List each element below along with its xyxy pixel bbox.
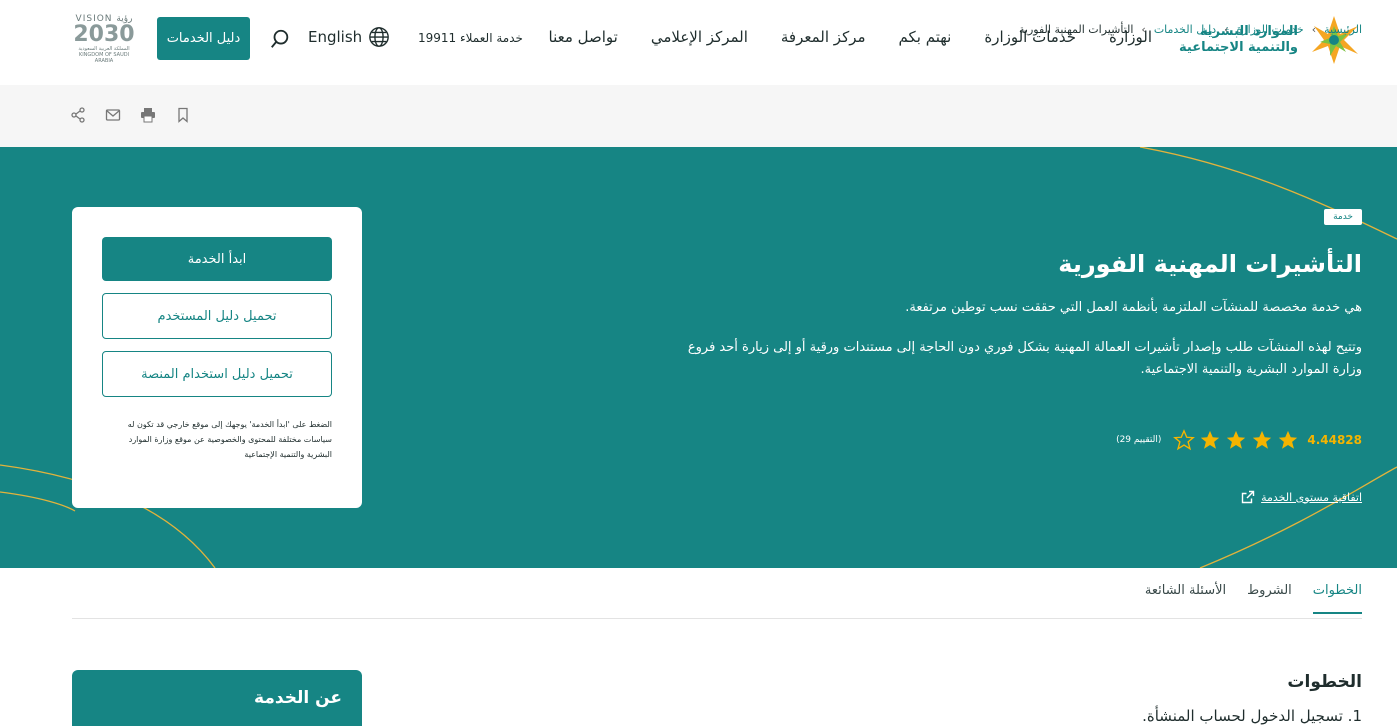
step-item: 1. تسجيل الدخول لحساب المنشأة.	[1142, 707, 1362, 725]
vision-sub: المملكة العربية السعودية KINGDOM OF SAUD…	[78, 46, 130, 64]
printer-icon	[141, 108, 155, 123]
email-button[interactable]	[105, 107, 121, 123]
chevron-left-icon: ‹	[1141, 23, 1146, 36]
star-icon[interactable]	[1251, 429, 1273, 451]
external-link-icon	[1241, 490, 1255, 504]
external-site-notice: الضغط على 'ابدأ الخدمة' يوجهك إلى موقع خ…	[127, 420, 332, 459]
globe-icon	[369, 27, 390, 47]
service-actions-card: ابدأ الخدمة تحميل دليل المستخدم تحميل دل…	[72, 207, 362, 508]
about-service-heading: عن الخدمة	[254, 688, 342, 708]
mail-icon	[105, 109, 121, 121]
tab-conditions[interactable]: الشروط	[1247, 583, 1292, 614]
breadcrumb: الرئيسية ‹ خدمات الوزارة ‹ دليل الخدمات …	[1019, 23, 1362, 36]
nav-contact-us[interactable]: تواصل معنا	[549, 28, 618, 46]
breadcrumb-services-guide[interactable]: دليل الخدمات	[1154, 23, 1216, 36]
breadcrumb-home[interactable]: الرئيسية	[1324, 23, 1362, 36]
star-icon[interactable]	[1199, 429, 1221, 451]
customer-service[interactable]: خدمة العملاء 19911	[418, 31, 523, 45]
share-button[interactable]	[70, 107, 86, 123]
chevron-left-icon: ‹	[1224, 23, 1229, 36]
service-title: التأشيرات المهنية الفورية	[1058, 250, 1362, 278]
star-icon[interactable]	[1225, 429, 1247, 451]
service-description-1: هي خدمة مخصصة للمنشآت الملتزمة بأنظمة ال…	[905, 300, 1362, 315]
tabs-divider	[72, 618, 1362, 619]
start-service-button[interactable]: ابدأ الخدمة	[102, 237, 332, 281]
ministry-logo[interactable]: الموارد البشرية والتنمية الاجتماعية	[1162, 12, 1362, 68]
language-label: English	[308, 28, 363, 46]
about-service-panel: عن الخدمة	[72, 670, 362, 726]
sla-link[interactable]: اتفاقية مستوى الخدمة	[1241, 490, 1362, 504]
star-icon[interactable]	[1277, 429, 1299, 451]
bookmark-button[interactable]	[175, 107, 191, 123]
breadcrumb-ministry-services[interactable]: خدمات الوزارة	[1237, 23, 1304, 36]
rating-score: 4.44828	[1307, 433, 1362, 447]
vision-2030-logo: VISION رؤية 2030 المملكة العربية السعودي…	[70, 14, 138, 66]
vision-year: 2030	[73, 22, 135, 47]
tab-steps[interactable]: الخطوات	[1312, 583, 1362, 614]
tab-faq[interactable]: الأسئلة الشائعة	[1145, 583, 1226, 614]
download-platform-guide-button[interactable]: تحميل دليل استخدام المنصة	[102, 351, 332, 397]
service-description-2: وتتيح لهذه المنشآت طلب وإصدار تأشيرات ال…	[687, 340, 1362, 377]
nav-media-center[interactable]: المركز الإعلامي	[651, 28, 748, 46]
steps-heading: الخطوات	[1287, 672, 1362, 692]
nav-we-care[interactable]: نهتم بكم	[899, 28, 952, 46]
download-user-guide-button[interactable]: تحميل دليل المستخدم	[102, 293, 332, 339]
bookmark-icon	[178, 107, 188, 123]
star-outline-icon[interactable]	[1173, 429, 1196, 451]
service-rating[interactable]: 4.44828 (التقييم 29)	[1116, 429, 1362, 451]
share-icon	[71, 107, 85, 123]
breadcrumb-bar	[0, 85, 1397, 147]
search-icon[interactable]	[269, 28, 291, 50]
site-header: الموارد البشرية والتنمية الاجتماعية الوز…	[0, 0, 1397, 85]
service-hero: خدمة التأشيرات المهنية الفورية هي خدمة م…	[0, 147, 1397, 568]
services-guide-button[interactable]: دليل الخدمات	[157, 17, 250, 60]
breadcrumb-current: التأشيرات المهنية الفورية	[1019, 23, 1134, 36]
print-button[interactable]	[140, 107, 156, 123]
ministry-logo-icon	[1312, 16, 1358, 64]
ministry-name-line2: والتنمية الاجتماعية	[1179, 40, 1298, 55]
language-switch[interactable]: English	[308, 26, 390, 48]
page-tools	[70, 107, 191, 123]
chevron-left-icon: ‹	[1311, 23, 1317, 36]
service-tag: خدمة	[1324, 209, 1362, 225]
nav-knowledge-center[interactable]: مركز المعرفة	[781, 28, 866, 46]
rating-count: (التقييم 29)	[1116, 435, 1162, 445]
service-tabs: الخطوات الشروط الأسئلة الشائعة	[1145, 583, 1362, 614]
sla-link-label: اتفاقية مستوى الخدمة	[1261, 490, 1362, 504]
